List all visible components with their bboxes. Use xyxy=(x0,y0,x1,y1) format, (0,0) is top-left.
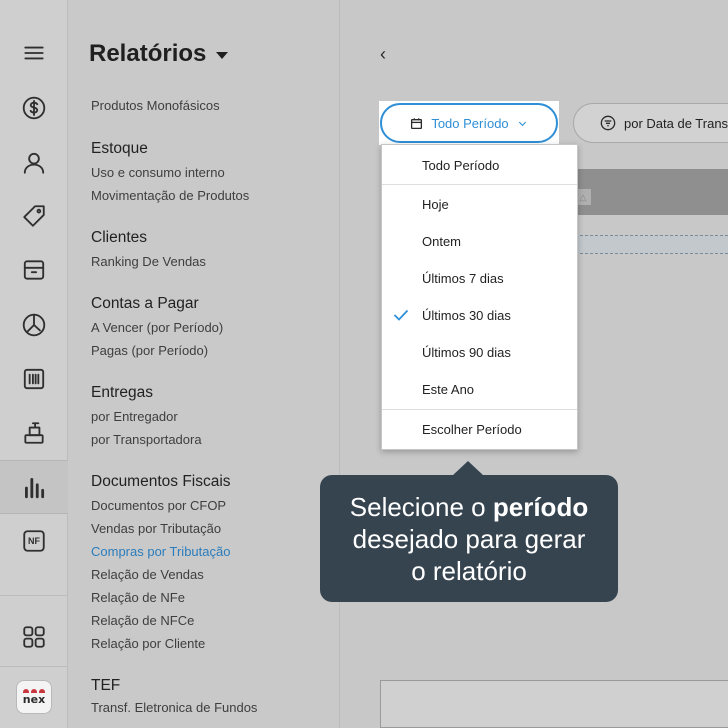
date-filter-button[interactable]: por Data de Transação xyxy=(573,103,728,143)
icon-rail: NF nex xyxy=(0,0,68,728)
menu-item[interactable]: Documentos por CFOP xyxy=(91,498,226,513)
dropdown-divider xyxy=(382,409,577,410)
menu-item[interactable]: Produtos Monofásicos xyxy=(91,98,220,113)
menu-item[interactable]: Relação de NFCe xyxy=(91,613,194,628)
nfe-icon-label: NF xyxy=(28,536,40,546)
tooltip-text: Selecione o xyxy=(349,492,493,522)
page-title-text: Relatórios xyxy=(89,40,207,67)
dropdown-item[interactable]: Últimos 7 dias xyxy=(382,260,577,297)
dropdown-item-selected[interactable]: Últimos 30 dias xyxy=(382,297,577,334)
menu-item[interactable]: Transf. Eletronica de Fundos xyxy=(91,700,257,715)
menu-item[interactable]: por Entregador xyxy=(91,409,178,424)
period-dropdown: Todo Período Hoje Ontem Últimos 7 dias Ú… xyxy=(381,144,578,450)
bar-chart-icon[interactable] xyxy=(0,460,68,514)
rail-divider xyxy=(0,666,68,667)
dropdown-item[interactable]: Este Ano xyxy=(382,371,577,408)
dropdown-item[interactable]: Hoje xyxy=(382,186,577,223)
tag-icon[interactable] xyxy=(0,189,68,243)
box-icon[interactable] xyxy=(0,243,68,297)
menu-item[interactable]: Relação de NFe xyxy=(91,590,185,605)
check-icon xyxy=(393,309,409,321)
tooltip-line: Selecione o período xyxy=(320,491,618,523)
caret-down-icon xyxy=(216,52,229,59)
table-row[interactable] xyxy=(560,235,728,254)
dropdown-item[interactable]: Todo Período xyxy=(382,147,577,184)
bottom-panel xyxy=(380,680,728,728)
section-heading: Clientes xyxy=(91,229,147,246)
section-heading: Estoque xyxy=(91,140,148,157)
dropdown-item[interactable]: Ontem xyxy=(382,223,577,260)
onboarding-tooltip: Selecione o período desejado para gerar … xyxy=(320,475,618,602)
section-heading: Entregas xyxy=(91,384,154,401)
menu-item[interactable]: Pagas (por Período) xyxy=(91,343,208,358)
nex-logo[interactable]: nex xyxy=(16,680,52,714)
calendar-icon xyxy=(411,117,423,129)
barcode-icon[interactable] xyxy=(0,352,68,406)
tooltip-line: desejado para gerar xyxy=(352,524,586,554)
filter-icon xyxy=(600,115,616,131)
logo-text: nex xyxy=(22,693,46,706)
menu-item[interactable]: A Vencer (por Período) xyxy=(91,320,223,335)
menu-item[interactable]: Uso e consumo interno xyxy=(91,165,225,180)
register-icon[interactable] xyxy=(0,406,68,460)
chevron-down-icon xyxy=(518,121,526,126)
section-heading: Contas a Pagar xyxy=(91,295,199,312)
menu-item[interactable]: por Transportadora xyxy=(91,432,202,447)
nfe-icon[interactable]: NF xyxy=(0,514,68,568)
period-select-label: Todo Período xyxy=(431,115,509,131)
date-filter-label: por Data de Transação xyxy=(624,115,728,131)
menu-item[interactable]: Ranking De Vendas xyxy=(91,254,206,269)
section-heading: Documentos Fiscais xyxy=(91,473,231,490)
period-select-button[interactable]: Todo Período xyxy=(380,103,558,143)
page-title[interactable]: Relatórios xyxy=(89,40,229,68)
menu-item[interactable]: Movimentação de Produtos xyxy=(91,188,249,203)
section-heading: TEF xyxy=(91,677,121,694)
reports-menu: Relatórios Produtos Monofásicos Estoque … xyxy=(68,0,340,728)
menu-item[interactable]: Relação de Vendas xyxy=(91,567,204,582)
pie-chart-icon[interactable] xyxy=(0,298,68,352)
menu-item[interactable]: Vendas por Tributação xyxy=(91,521,221,536)
tooltip-line: o relatório xyxy=(411,556,527,586)
dropdown-item[interactable]: Escolher Período xyxy=(382,411,577,448)
dropdown-item[interactable]: Últimos 90 dias xyxy=(382,334,577,371)
dollar-icon[interactable] xyxy=(0,81,68,135)
menu-icon[interactable] xyxy=(0,26,68,80)
menu-item[interactable]: Relação por Cliente xyxy=(91,636,205,651)
dropdown-item-label: Últimos 30 dias xyxy=(422,308,511,323)
tooltip-bold-text: período xyxy=(492,492,589,522)
user-icon[interactable] xyxy=(0,136,68,190)
apps-grid-icon[interactable] xyxy=(0,610,68,664)
rail-divider xyxy=(0,595,68,596)
dropdown-divider xyxy=(382,184,577,185)
back-chevron-icon[interactable]: ‹ xyxy=(380,44,386,65)
tooltip-arrow xyxy=(452,461,484,476)
menu-item-active[interactable]: Compras por Tributação xyxy=(91,544,230,559)
